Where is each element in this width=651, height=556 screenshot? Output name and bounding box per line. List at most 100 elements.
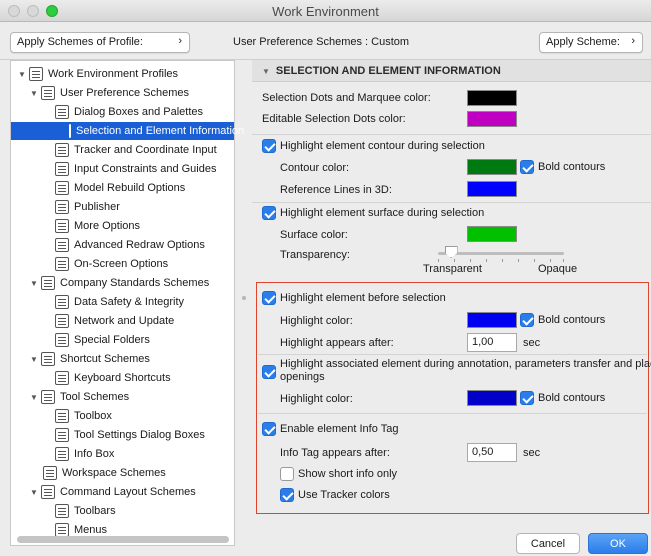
divider — [258, 413, 647, 414]
tree-item-model-rebuild[interactable]: Model Rebuild Options — [53, 179, 185, 197]
tree-item-label: Publisher — [74, 201, 120, 213]
highlight-delay-input[interactable]: 1,00 — [467, 333, 517, 352]
shortcut-icon — [41, 352, 55, 366]
tree-item-label: Selection and Element Information — [76, 125, 245, 137]
highlight-associated-label-2: openings — [280, 371, 325, 383]
keyboard-icon — [55, 371, 69, 385]
enable-info-tag-label: Enable element Info Tag — [280, 423, 399, 435]
rebuild-icon — [55, 181, 69, 195]
surface-color-label: Surface color: — [280, 229, 348, 241]
bold-contours-label: Bold contours — [538, 161, 606, 173]
tree-item-shortcut[interactable]: ▼ Shortcut Schemes — [29, 350, 150, 368]
data-safety-icon — [55, 295, 69, 309]
tree-item-label: Workspace Schemes — [62, 467, 166, 479]
disclosure-down-icon[interactable]: ▼ — [262, 67, 270, 76]
divider — [258, 354, 647, 355]
constraints-icon — [55, 162, 69, 176]
highlight-before-label: Highlight element before selection — [280, 292, 446, 304]
tree-item-tool-settings[interactable]: Tool Settings Dialog Boxes — [53, 426, 205, 444]
highlight-before-checkbox[interactable] — [262, 291, 276, 305]
reference-lines-label: Reference Lines in 3D: — [280, 184, 392, 196]
disclosure-down-icon[interactable]: ▼ — [17, 70, 27, 79]
disclosure-down-icon[interactable]: ▼ — [29, 393, 39, 402]
tree-item-advanced-redraw[interactable]: Advanced Redraw Options — [53, 236, 205, 254]
highlight-contour-label: Highlight element contour during selecti… — [280, 140, 485, 152]
current-scheme-label: User Preference Schemes : Custom — [233, 36, 410, 48]
apply-scheme-button[interactable]: Apply Scheme: › — [539, 32, 643, 53]
tree-item-tool-schemes[interactable]: ▼ Tool Schemes — [29, 388, 129, 406]
scheme-toolbar: Apply Schemes of Profile: › User Prefere… — [0, 22, 651, 60]
ok-button[interactable]: OK — [588, 533, 648, 554]
highlight-associated-label: Highlight associated element during anno… — [280, 358, 651, 370]
tree-item-selection-info[interactable]: Selection and Element Information — [11, 122, 244, 140]
bold-contours-checkbox-3[interactable] — [520, 391, 534, 405]
info-tag-delay-input[interactable]: 0,50 — [467, 443, 517, 462]
reference-lines-color-swatch[interactable] — [467, 181, 517, 197]
bold-contours-checkbox-2[interactable] — [520, 313, 534, 327]
tree-item-onscreen[interactable]: On-Screen Options — [53, 255, 168, 273]
editable-dots-color-swatch[interactable] — [467, 111, 517, 127]
highlight-associated-checkbox[interactable] — [262, 365, 276, 379]
tree-item-dialog-boxes[interactable]: Dialog Boxes and Palettes — [53, 103, 203, 121]
tree-item-toolbox[interactable]: Toolbox — [53, 407, 112, 425]
tree-item-label: Data Safety & Integrity — [74, 296, 185, 308]
tree-item-more-options[interactable]: More Options — [53, 217, 140, 235]
tree-item-keyboard[interactable]: Keyboard Shortcuts — [53, 369, 171, 387]
disclosure-down-icon[interactable]: ▼ — [29, 488, 39, 497]
tree-item-input-constraints[interactable]: Input Constraints and Guides — [53, 160, 216, 178]
disclosure-down-icon[interactable]: ▼ — [29, 89, 39, 98]
profiles-icon — [29, 67, 43, 81]
enable-info-tag-checkbox[interactable] — [262, 422, 276, 436]
selection-info-icon — [69, 124, 71, 138]
surface-color-swatch[interactable] — [467, 226, 517, 242]
chevron-right-icon: › — [631, 35, 635, 47]
tree-horizontal-scrollbar[interactable] — [17, 536, 229, 543]
selection-dots-color-swatch[interactable] — [467, 90, 517, 106]
highlight-associated-color-swatch[interactable] — [467, 390, 517, 406]
section-header[interactable]: ▼ SELECTION AND ELEMENT INFORMATION — [252, 60, 651, 82]
apply-profile-button[interactable]: Apply Schemes of Profile: › — [10, 32, 190, 53]
show-short-info-checkbox[interactable] — [280, 467, 294, 481]
tree-item-publisher[interactable]: Publisher — [53, 198, 120, 216]
menus-icon — [55, 523, 69, 537]
tree-item-user-pref[interactable]: ▼ User Preference Schemes — [29, 84, 189, 102]
profile-tree: ▼ Work Environment Profiles ▼ User Prefere… — [10, 60, 244, 546]
sliders-icon — [55, 219, 69, 233]
tree-item-data-safety[interactable]: Data Safety & Integrity — [53, 293, 184, 311]
command-layout-icon — [41, 485, 55, 499]
tree-item-tracker[interactable]: Tracker and Coordinate Input — [53, 141, 217, 159]
apply-profile-label: Apply Schemes of Profile: — [17, 36, 143, 48]
tree-item-company[interactable]: ▼ Company Standards Schemes — [29, 274, 209, 292]
sec-label: sec — [523, 447, 541, 459]
pane-splitter-handle[interactable] — [242, 296, 246, 300]
tree-item-network[interactable]: Network and Update — [53, 312, 174, 330]
disclosure-down-icon[interactable]: ▼ — [29, 355, 39, 364]
tree-item-label: Toolbars — [74, 505, 116, 517]
window-title: Work Environment — [272, 4, 379, 19]
highlight-color-swatch[interactable] — [467, 312, 517, 328]
tree-item-label: User Preference Schemes — [60, 87, 189, 99]
highlight-surface-checkbox[interactable] — [262, 206, 276, 220]
tree-item-label: Toolbox — [74, 410, 112, 422]
tree-item-command-layout[interactable]: ▼ Command Layout Schemes — [29, 483, 196, 501]
tree-item-label: Advanced Redraw Options — [74, 239, 205, 251]
tree-item-label: Company Standards Schemes — [60, 277, 210, 289]
tree-item-root[interactable]: ▼ Work Environment Profiles — [17, 65, 178, 83]
tree-item-special-folders[interactable]: Special Folders — [53, 331, 150, 349]
transparency-label: Transparency: — [280, 249, 350, 261]
tree-item-label: Command Layout Schemes — [60, 486, 196, 498]
use-tracker-colors-checkbox[interactable] — [280, 488, 294, 502]
tree-item-toolbars[interactable]: Toolbars — [53, 502, 116, 520]
tree-item-label: Menus — [74, 524, 108, 536]
bold-contours-checkbox[interactable] — [520, 160, 534, 174]
tree-item-workspace[interactable]: Workspace Schemes — [41, 464, 166, 482]
contour-color-swatch[interactable] — [467, 159, 517, 175]
highlight-contour-checkbox[interactable] — [262, 139, 276, 153]
tree-item-info-box[interactable]: Info Box — [53, 445, 114, 463]
tree-item-label: Keyboard Shortcuts — [74, 372, 171, 384]
transparency-slider-thumb[interactable] — [444, 246, 458, 258]
tree-item-label: Work Environment Profiles — [48, 68, 179, 80]
onscreen-icon — [55, 257, 69, 271]
disclosure-down-icon[interactable]: ▼ — [29, 279, 39, 288]
cancel-button[interactable]: Cancel — [516, 533, 580, 554]
